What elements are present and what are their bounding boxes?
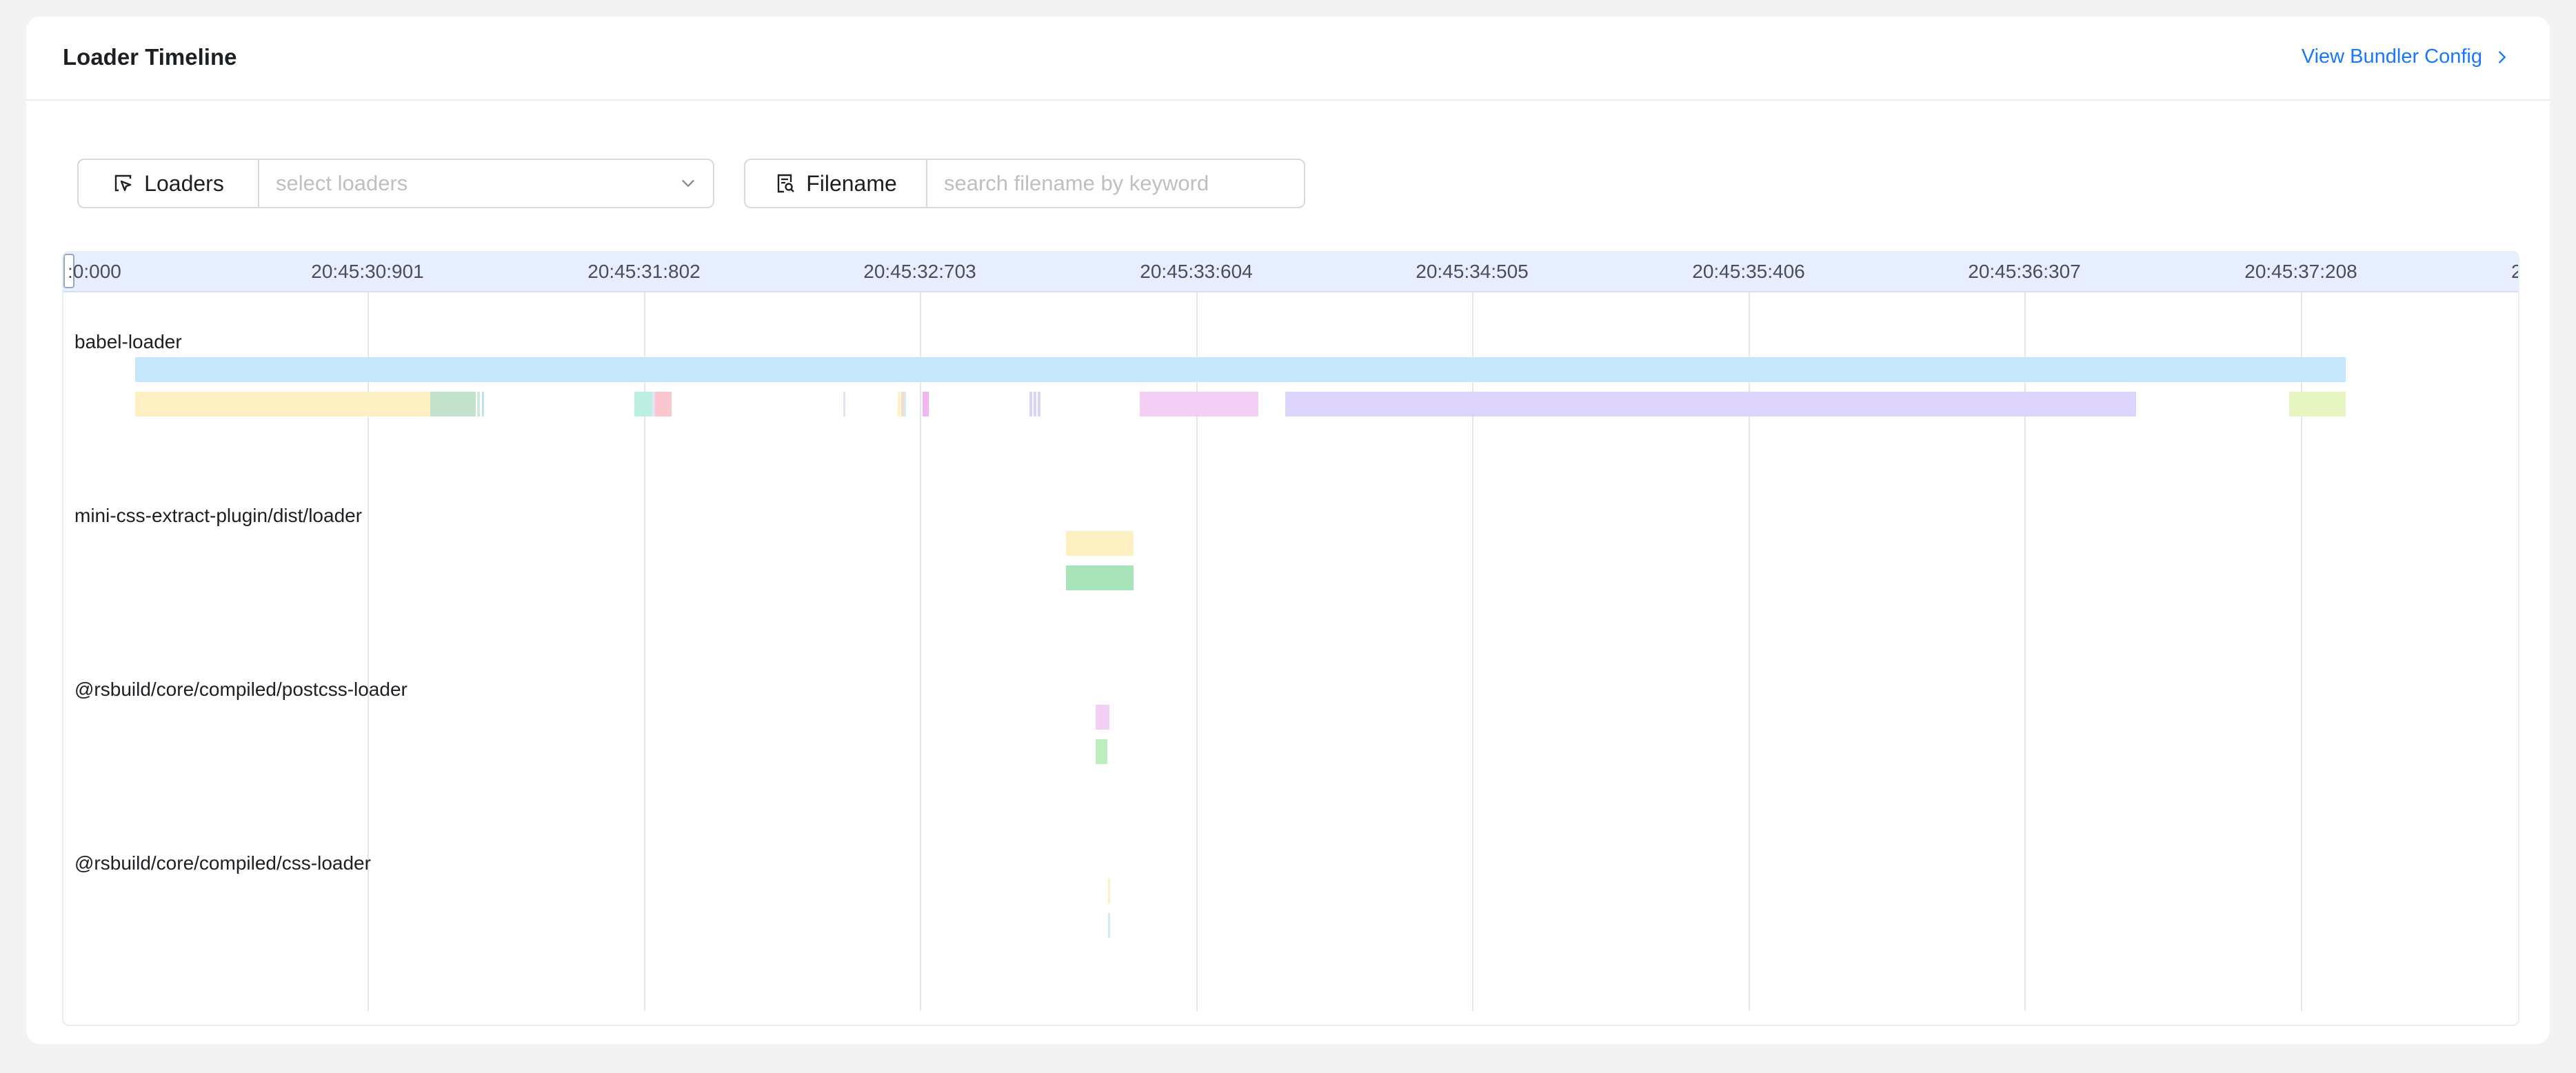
tick-label: 20:45:33:604 — [1140, 261, 1253, 282]
timeline-bar[interactable] — [430, 392, 476, 417]
chevron-right-icon — [2498, 50, 2506, 63]
timeline-bar[interactable] — [1066, 531, 1134, 556]
tick-label: 20:45:32:703 — [863, 261, 976, 282]
timeline-bar[interactable] — [1140, 392, 1258, 417]
chevron-down-icon — [682, 179, 694, 188]
timeline-bar[interactable] — [1029, 392, 1032, 417]
timeline-bar[interactable] — [923, 392, 929, 417]
row-label-css-loader: @rsbuild/core/compiled/css-loader — [74, 852, 371, 874]
timeline-bar[interactable] — [482, 392, 484, 417]
tick-label: 20:45:3 — [2511, 261, 2518, 283]
tick-label: :0:000 — [68, 261, 121, 282]
timeline-bar[interactable] — [2289, 392, 2346, 417]
timeline-bar[interactable] — [904, 392, 906, 417]
row-label-postcss-loader: @rsbuild/core/compiled/postcss-loader — [74, 679, 407, 700]
loaders-filter: Loaders select loaders — [77, 159, 714, 208]
timeline-bar[interactable] — [135, 357, 2346, 382]
loaders-placeholder: select loaders — [276, 171, 408, 195]
filename-filter-label: Filename — [745, 160, 927, 207]
tick-label: 20:45:31:802 — [587, 261, 701, 282]
timeline-bar[interactable] — [1066, 565, 1134, 590]
row-label-mini-css-extract-plugin: mini-css-extract-plugin/dist/loader — [74, 505, 363, 526]
tick-label: 20:45:37:208 — [2244, 261, 2357, 282]
gridline — [920, 291, 921, 1011]
timeline-bar[interactable] — [1096, 739, 1107, 764]
cursor-select-icon — [114, 174, 132, 192]
timeline-bar[interactable] — [634, 392, 652, 417]
tick-label: 20:45:35:406 — [1692, 261, 1805, 282]
loader-timeline-chart: :0:000 20:45:30:901 20:45:31:802 20:45:3… — [62, 251, 2519, 1026]
time-axis: :0:000 20:45:30:901 20:45:31:802 20:45:3… — [63, 252, 2518, 292]
timeline-bar[interactable] — [1108, 879, 1110, 903]
file-search-icon — [777, 174, 795, 193]
timeline-bar[interactable] — [477, 392, 480, 417]
filename-label: Filename — [806, 170, 897, 196]
filename-filter: Filename search filename by keyword — [744, 159, 1305, 208]
loaders-label: Loaders — [144, 170, 224, 196]
timeline-bar[interactable] — [1034, 392, 1036, 417]
filename-search-input[interactable]: search filename by keyword — [927, 160, 1304, 207]
timeline-bar[interactable] — [843, 392, 845, 417]
loader-timeline-card: Loader Timeline View Bundler Config Load… — [26, 17, 2550, 1044]
card-header: Loader Timeline View Bundler Config — [26, 17, 2550, 101]
timeline-bar[interactable] — [135, 392, 430, 417]
loaders-filter-label: Loaders — [79, 160, 259, 207]
timeline-bar[interactable] — [1108, 913, 1110, 938]
view-bundler-config-label: View Bundler Config — [2301, 46, 2482, 68]
view-bundler-config-link[interactable]: View Bundler Config — [2302, 46, 2511, 68]
timeline-bar[interactable] — [1038, 392, 1040, 417]
filename-placeholder: search filename by keyword — [944, 171, 1209, 195]
timeline-bar[interactable] — [1285, 392, 2136, 417]
page-title: Loader Timeline — [63, 44, 237, 70]
row-label-babel-loader: babel-loader — [74, 331, 182, 352]
loaders-select[interactable]: select loaders — [259, 160, 713, 207]
timeline-bar[interactable] — [655, 392, 672, 417]
tick-label: 20:45:30:901 — [311, 261, 424, 282]
tick-label: 20:45:36:307 — [1968, 261, 2081, 282]
timeline-bar[interactable] — [1096, 705, 1109, 730]
tick-label: 20:45:34:505 — [1416, 261, 1529, 282]
timeline-bar[interactable] — [898, 392, 900, 417]
